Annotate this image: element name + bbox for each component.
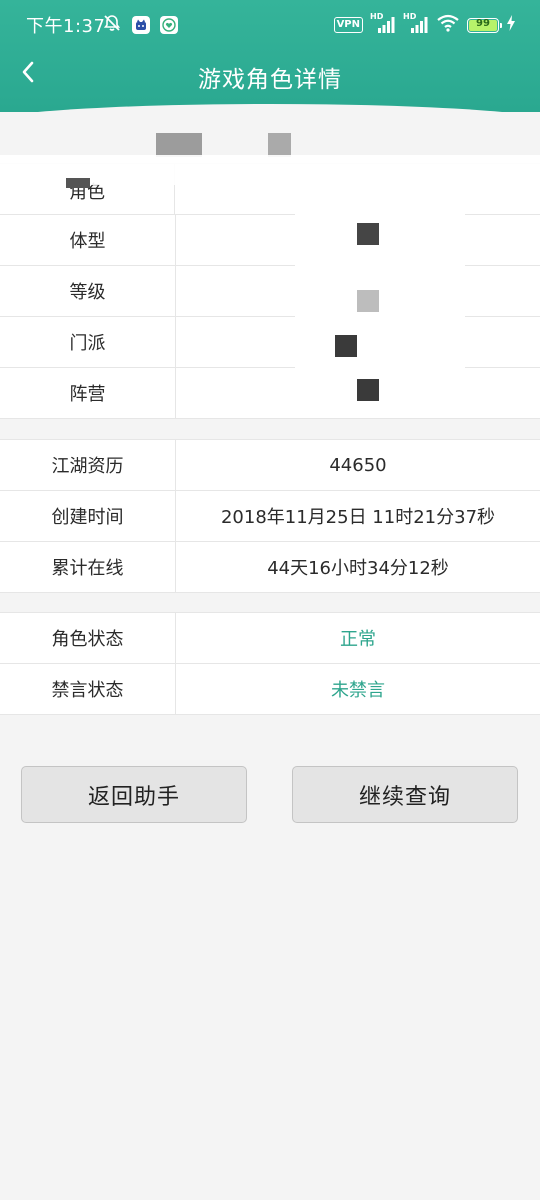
continue-query-button[interactable]: 继续查询 [292,766,518,823]
redaction-block [335,335,357,357]
lightning-icon [506,15,516,35]
bell-off-icon [102,13,122,37]
vpn-badge: VPN [333,17,363,33]
row-label: 体型 [0,215,176,265]
nav-bar: 游戏角色详情 [0,48,540,100]
battery-cap [500,22,502,28]
table-row: 累计在线 44天16小时34分12秒 [0,542,540,593]
row-label: 等级 [0,266,176,316]
page-title: 游戏角色详情 [198,67,342,93]
heart-app-icon [160,16,178,34]
mute-status-value: 未禁言 [331,680,385,701]
wifi-icon [436,14,460,36]
status-notification-icons [102,13,178,37]
redaction-whiteout [295,185,465,405]
status-bar: 下午1:37 VPN HD HD 99 [0,0,540,48]
app-header: 下午1:37 VPN HD HD 99 游戏角色详情 [0,0,540,112]
row-label: 累计在线 [0,542,176,592]
table-row: 江湖资历 44650 [0,440,540,491]
battery-icon: 99 [467,17,502,33]
row-value: 2018年11月25日 11时21分37秒 [220,507,496,528]
redaction-block [66,178,90,188]
row-value: 44650 [329,454,387,476]
app-notification-icon [132,16,150,34]
table-row: 创建时间 2018年11月25日 11时21分37秒 [0,491,540,542]
stats-table: 江湖资历 44650 创建时间 2018年11月25日 11时21分37秒 累计… [0,439,540,593]
table-row: 角色状态 正常 [0,613,540,664]
redaction-block [357,290,379,312]
row-label: 门派 [0,317,176,367]
status-table: 角色状态 正常 禁言状态 未禁言 [0,612,540,715]
signal-icon: HD [370,12,396,34]
row-label: 阵营 [0,368,176,418]
row-label: 创建时间 [0,491,176,541]
role-status-value: 正常 [340,629,376,650]
back-assistant-button[interactable]: 返回助手 [21,766,247,823]
redaction-block [156,133,202,157]
status-system-icons: VPN HD HD 99 [333,12,516,36]
status-time: 下午1:37 [26,16,106,37]
battery-percent: 99 [476,17,490,29]
table-row: 禁言状态 未禁言 [0,664,540,715]
row-label: 角色状态 [0,613,176,663]
redaction-block [357,223,379,245]
redaction-block [268,133,291,157]
signal-icon-2: HD [403,12,429,34]
redaction-block [357,379,379,401]
row-label: 江湖资历 [0,440,176,490]
row-label: 禁言状态 [0,664,176,714]
row-value: 44天16小时34分12秒 [267,558,449,579]
